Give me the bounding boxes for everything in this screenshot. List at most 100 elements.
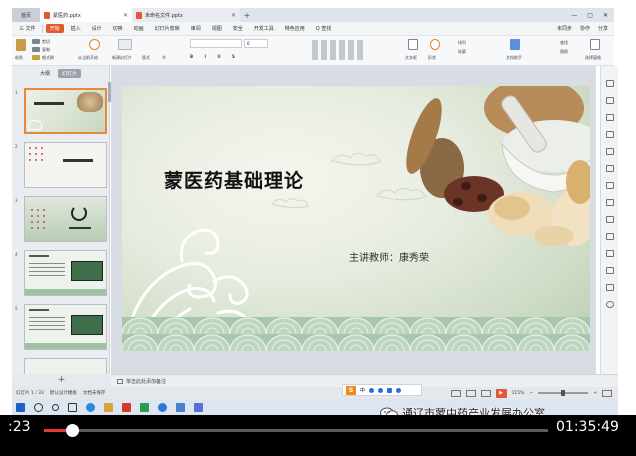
zoom-slider[interactable] — [538, 390, 589, 396]
zoom-in-icon[interactable]: + — [593, 391, 597, 396]
current-slide[interactable]: 蒙医药基础理论 主讲教师：康秀荣 — [122, 86, 590, 351]
shape-style-icon[interactable] — [606, 148, 614, 155]
help-icon[interactable] — [606, 301, 614, 308]
cortana-icon[interactable] — [52, 403, 59, 411]
template-icon[interactable] — [606, 182, 614, 189]
close-icon[interactable]: ✕ — [603, 12, 608, 19]
menu-insert[interactable]: 插入 — [67, 24, 85, 33]
menu-transitions[interactable]: 切换 — [109, 24, 127, 33]
find-label[interactable]: 查找 — [560, 40, 568, 46]
share-button[interactable]: 分享 — [598, 25, 608, 32]
menu-developer[interactable]: 开发工具 — [250, 24, 278, 33]
progress-track[interactable] — [44, 424, 548, 437]
outline-label[interactable]: 轮廓 — [458, 49, 466, 55]
ime-keyboard-icon[interactable] — [387, 387, 393, 393]
design-icon[interactable] — [606, 97, 614, 104]
tab-document-active[interactable]: 蒙医药.pptx ✕ — [40, 8, 132, 22]
zoom-slider-knob[interactable] — [561, 390, 566, 396]
text-format-buttons[interactable]: B I U S — [190, 54, 240, 59]
tab-document-inactive[interactable]: 未命名文件.pptx ✕ — [132, 8, 240, 22]
backup-icon[interactable] — [606, 199, 614, 206]
shape-icon[interactable] — [430, 39, 440, 50]
slide-thumbnail-5[interactable] — [24, 304, 107, 350]
document-assistant-icon[interactable] — [510, 39, 520, 50]
reading-view-icon[interactable] — [480, 389, 491, 397]
menu-slideshow[interactable]: 幻灯片放映 — [151, 24, 184, 33]
edge-browser-icon[interactable] — [86, 402, 95, 412]
copy-icon[interactable] — [32, 47, 40, 52]
zoom-level[interactable]: 115% — [512, 391, 525, 396]
menu-home[interactable]: 开始 — [45, 24, 64, 33]
tab-close-icon[interactable]: ✕ — [123, 12, 128, 19]
menu-view[interactable]: 视图 — [208, 24, 226, 33]
textbox-icon[interactable] — [408, 39, 418, 50]
input-method-toolbar[interactable]: S 中 — [342, 384, 422, 396]
normal-view-icon[interactable] — [450, 389, 461, 397]
slide-thumbnail-2[interactable] — [24, 142, 107, 188]
slide-thumbnail-4[interactable] — [24, 250, 107, 296]
ie-browser-icon[interactable] — [158, 402, 167, 412]
table-icon[interactable] — [606, 233, 614, 240]
layout-label[interactable]: 版式 — [142, 55, 150, 61]
tab-close-icon[interactable]: ✕ — [231, 12, 236, 19]
tab-outline[interactable]: 大纲 — [40, 70, 50, 77]
app-icon[interactable] — [194, 402, 203, 412]
slide-subtitle[interactable]: 主讲教师：康秀荣 — [349, 249, 429, 264]
format-painter-icon[interactable] — [32, 55, 40, 60]
new-slide-icon[interactable] — [118, 39, 132, 50]
progress-knob[interactable] — [65, 424, 79, 437]
play-from-current-icon[interactable] — [89, 39, 100, 50]
slide-sorter-icon[interactable] — [465, 389, 476, 397]
security-app-icon[interactable] — [176, 402, 185, 412]
share-icon[interactable] — [606, 284, 614, 291]
slide-title[interactable]: 蒙医药基础理论 — [164, 166, 304, 193]
slide-thumbnail-1[interactable] — [24, 88, 107, 134]
spreadsheet-icon[interactable] — [140, 402, 149, 412]
paragraph-tools[interactable] — [312, 40, 366, 60]
minimize-icon[interactable]: — — [571, 12, 577, 19]
tab-home[interactable]: 首页 — [12, 8, 40, 22]
chart-icon[interactable] — [606, 216, 614, 223]
layers-icon[interactable] — [606, 250, 614, 257]
paste-icon[interactable] — [16, 39, 26, 51]
picture-tool-icon[interactable] — [606, 165, 614, 172]
task-view-icon[interactable] — [68, 402, 77, 412]
ime-dot-icon[interactable] — [378, 387, 384, 393]
zoom-out-icon[interactable]: − — [529, 391, 533, 396]
font-size-field[interactable]: 0 — [244, 39, 268, 48]
menu-animations[interactable]: 动画 — [130, 24, 148, 33]
office-icon[interactable] — [122, 402, 131, 412]
selection-pane-icon[interactable] — [590, 39, 600, 50]
new-tab-button[interactable]: + — [240, 11, 254, 20]
menu-review[interactable]: 审阅 — [187, 24, 205, 33]
add-slide-button[interactable]: + — [12, 374, 111, 387]
history-icon[interactable] — [606, 267, 614, 274]
search-icon[interactable] — [34, 402, 43, 412]
slide-thumbnail-6-partial[interactable] — [24, 358, 107, 374]
file-menu[interactable]: 三 文件 — [16, 24, 39, 33]
font-name-field[interactable] — [190, 39, 242, 48]
property-icon[interactable] — [606, 80, 614, 87]
ime-dot-icon[interactable] — [396, 387, 402, 393]
fit-window-icon[interactable] — [602, 389, 612, 397]
slideshow-play-icon[interactable]: ▶ — [495, 388, 507, 398]
ime-dot-icon[interactable] — [369, 387, 375, 393]
ime-language[interactable]: 中 — [360, 387, 365, 394]
file-explorer-icon[interactable] — [104, 402, 113, 412]
slide-thumbnail-3[interactable] — [24, 196, 107, 242]
section-label[interactable]: 节 — [162, 55, 166, 61]
transition-icon[interactable] — [606, 131, 614, 138]
menu-special[interactable]: 特色应用 — [281, 24, 309, 33]
collaborate-button[interactable]: 协作 — [580, 25, 590, 32]
cut-icon[interactable] — [32, 39, 40, 44]
arrange-label[interactable]: 排列 — [458, 40, 466, 46]
restore-icon[interactable]: ▢ — [587, 12, 593, 19]
menu-search[interactable]: Q 查找 — [312, 24, 336, 33]
windows-start-icon[interactable] — [16, 402, 25, 412]
animation-icon[interactable] — [606, 114, 614, 121]
menu-security[interactable]: 安全 — [229, 24, 247, 33]
replace-label[interactable]: 替换 — [560, 49, 568, 55]
tab-slides[interactable]: 幻灯片 — [58, 68, 82, 78]
sync-status[interactable]: 未同步 — [557, 25, 572, 32]
menu-design[interactable]: 设计 — [88, 24, 106, 33]
